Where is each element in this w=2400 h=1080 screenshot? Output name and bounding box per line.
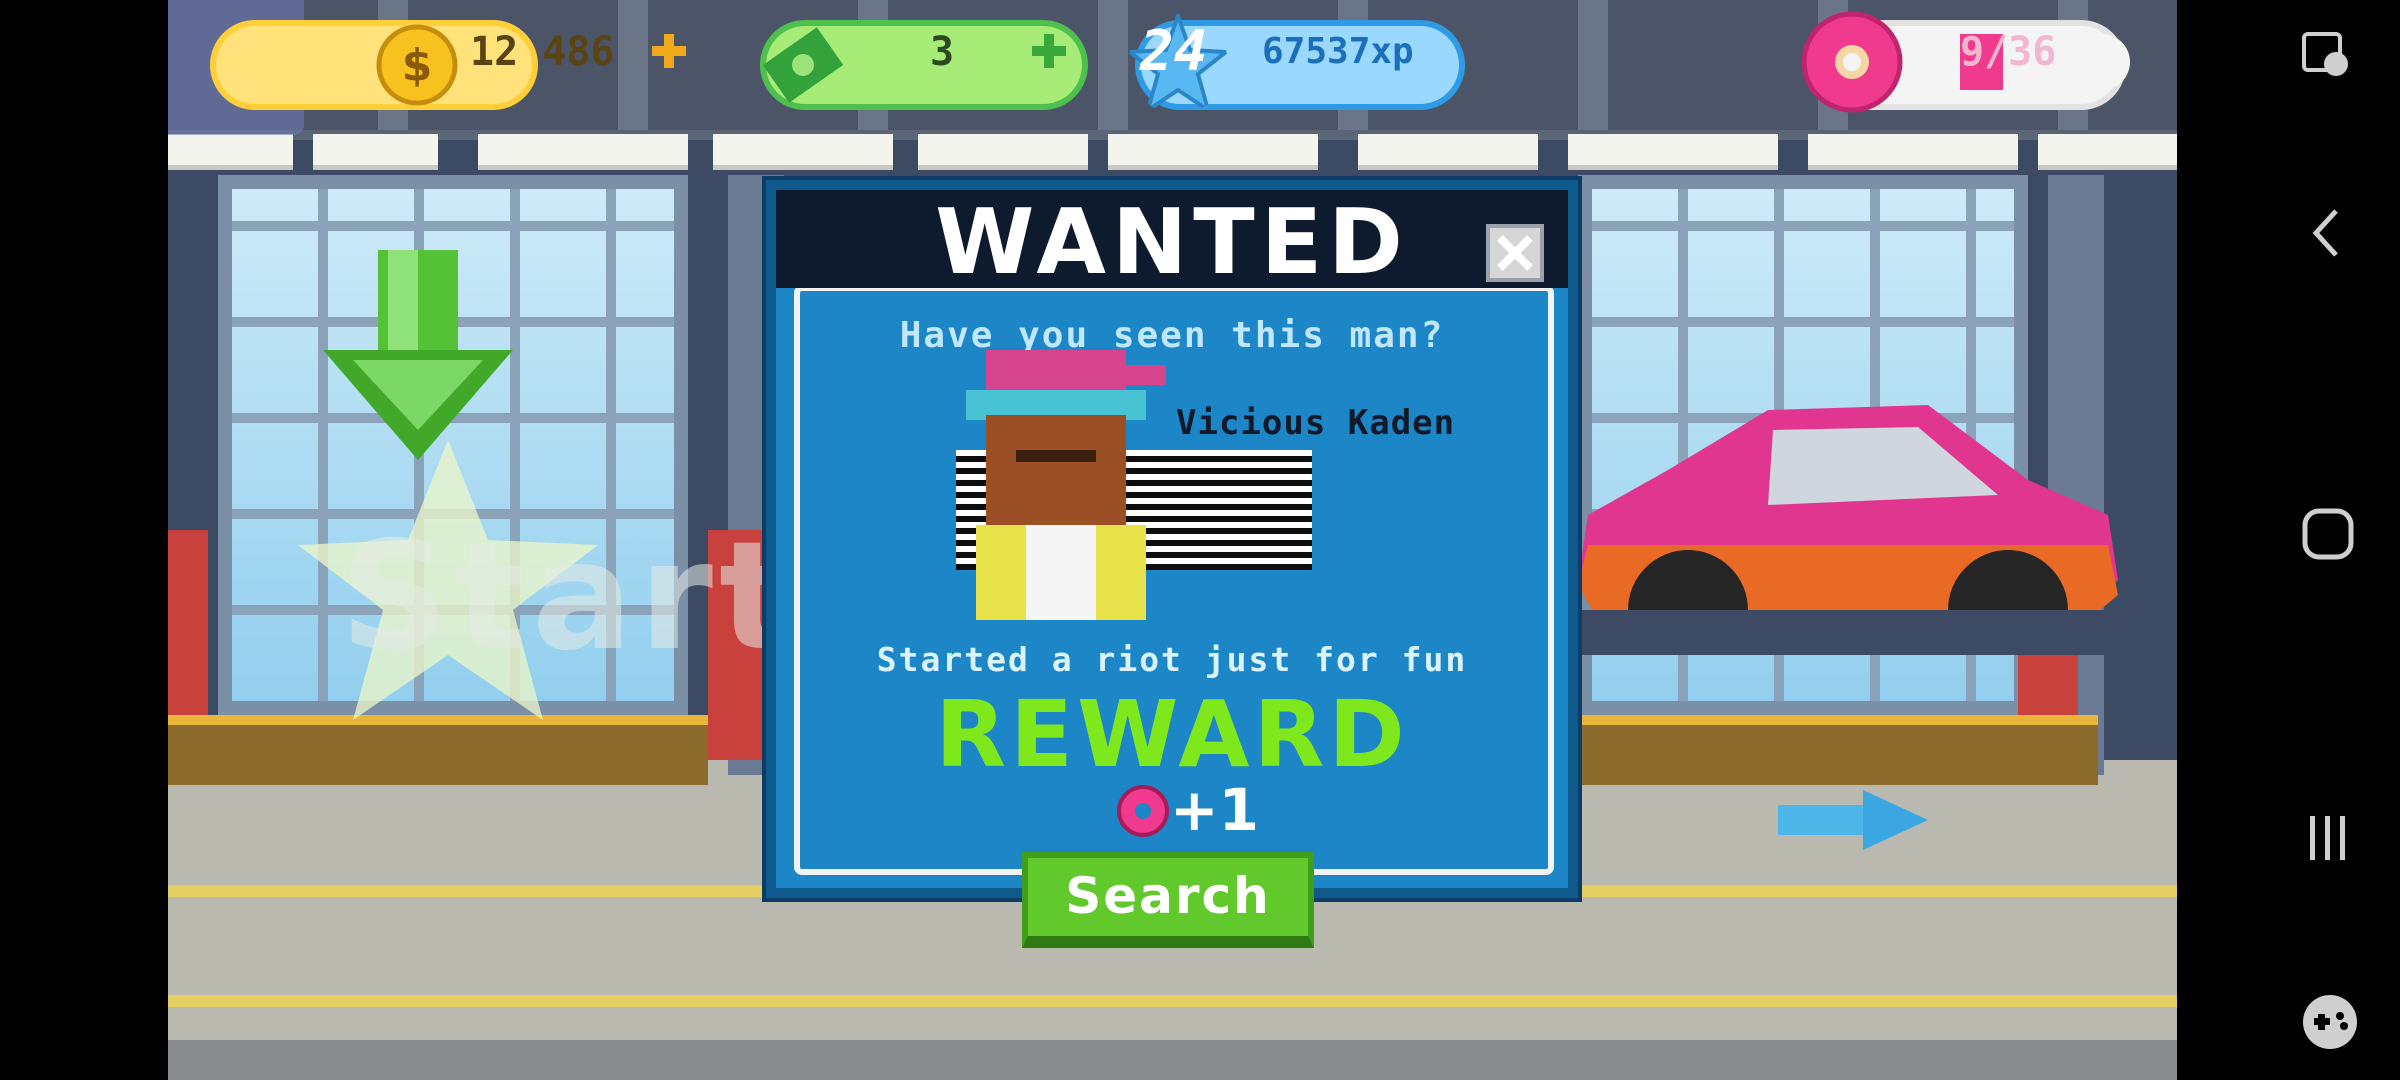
ceiling-lights [168, 134, 2177, 174]
start-label[interactable]: Start [340, 510, 797, 684]
assembly-rail-right [1578, 715, 2098, 785]
donut-value: 9/36 [1960, 29, 2057, 75]
donut-icon [1801, 11, 1903, 113]
xp-value: 67537xp [1262, 31, 1414, 72]
car-body[interactable] [1568, 395, 2128, 655]
coin-value: 12 486 [470, 29, 615, 75]
cash-value: 3 [930, 29, 955, 75]
left-letterbox [0, 0, 168, 1080]
add-coins-icon[interactable] [652, 34, 686, 68]
floor-stripe [168, 995, 2177, 1007]
suspect-name: Vicious Kaden [1176, 403, 1456, 443]
system-nav-bar [2177, 0, 2400, 1080]
coin-icon: $ [376, 24, 458, 106]
cash-icon [762, 27, 844, 103]
wanted-dialog: WANTED Have you seen this man? Vicious K… [766, 180, 1578, 898]
add-cash-icon[interactable] [1032, 34, 1066, 68]
search-button[interactable]: Search [1022, 852, 1314, 948]
level-value: 24 [1140, 19, 1208, 84]
reward-amount: +1 [1170, 776, 1259, 844]
suspect-portrait [966, 350, 1166, 620]
back-icon[interactable] [2300, 205, 2356, 261]
donut-icon [1117, 785, 1169, 837]
game-tools-icon[interactable] [2300, 992, 2360, 1052]
dialog-header: WANTED [776, 190, 1568, 288]
svg-text:$: $ [402, 40, 433, 91]
dialog-title: WANTED [935, 190, 1409, 295]
floor-edge [168, 1040, 2177, 1080]
recents-icon[interactable] [2300, 810, 2356, 866]
close-icon[interactable] [1486, 224, 1544, 282]
screen-record-icon[interactable] [2300, 28, 2356, 84]
reward-label: REWARD [935, 681, 1409, 788]
next-arrow-icon[interactable] [1778, 790, 1928, 850]
home-icon[interactable] [2300, 506, 2356, 562]
suspect-crime: Started a riot just for fun [876, 640, 1468, 679]
